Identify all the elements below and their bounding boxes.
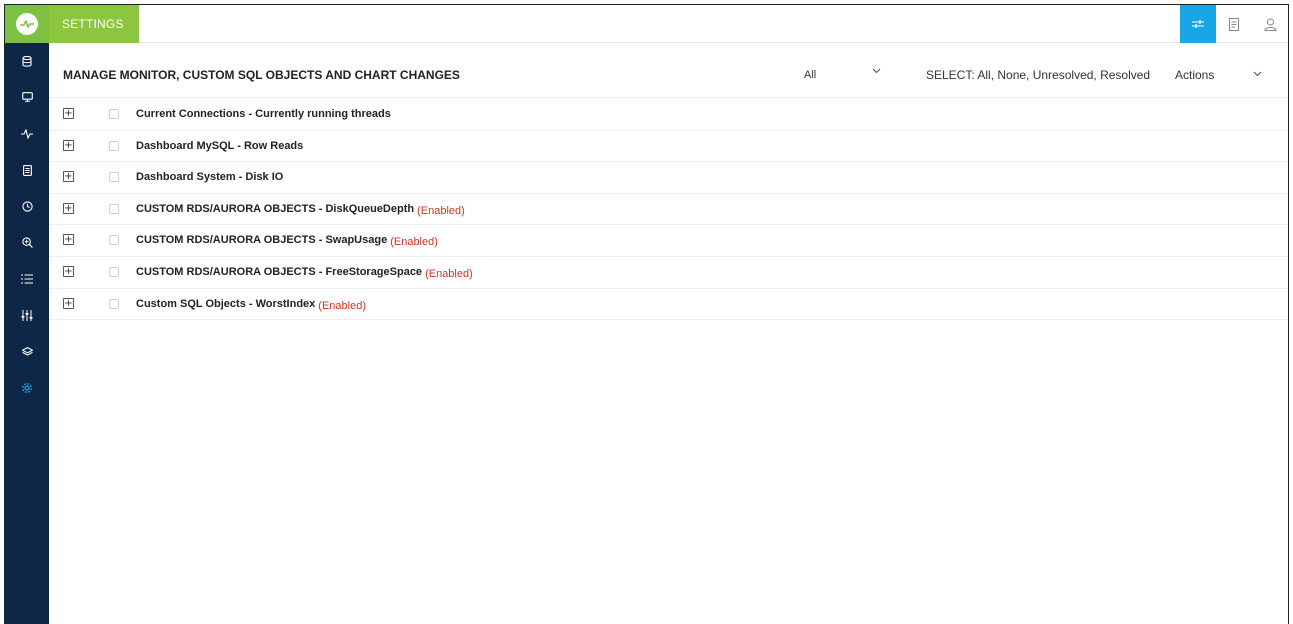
row-checkbox[interactable] [109, 203, 119, 214]
row-title: Dashboard MySQL - Row Reads [136, 139, 304, 152]
row-label: Dashboard System - Disk IO [136, 171, 286, 183]
row-label: CUSTOM RDS/AURORA OBJECTS - DiskQueueDep… [136, 202, 465, 217]
sidebar-item-zoom[interactable] [5, 224, 49, 260]
list-item: + CUSTOM RDS/AURORA OBJECTS - DiskQueueD… [49, 194, 1288, 226]
user-button[interactable] [1252, 5, 1288, 43]
pulse-icon [21, 128, 33, 139]
report-icon [22, 164, 32, 176]
list-item: + Dashboard System - Disk IO [49, 162, 1288, 194]
list-icon [21, 274, 33, 284]
database-icon [22, 55, 32, 67]
list-item: + CUSTOM RDS/AURORA OBJECTS - SwapUsage(… [49, 225, 1288, 257]
row-label: Current Connections - Currently running … [136, 108, 394, 120]
sidebar-item-report[interactable] [5, 152, 49, 188]
expand-icon[interactable]: + [63, 171, 74, 183]
logo[interactable] [5, 5, 49, 43]
expand-icon[interactable]: + [63, 139, 74, 151]
user-icon [1263, 18, 1277, 31]
sidebar-item-monitor[interactable] [5, 79, 49, 115]
row-checkbox[interactable] [109, 109, 119, 119]
row-title: Current Connections - Currently running … [136, 108, 391, 120]
pulse-logo-icon [16, 13, 38, 35]
row-title: CUSTOM RDS/AURORA OBJECTS - DiskQueueDep… [136, 202, 415, 215]
objects-list: + Current Connections - Currently runnin… [49, 99, 1288, 321]
row-label: Custom SQL Objects - WorstIndex (Enabled) [136, 297, 366, 312]
expand-icon[interactable]: + [63, 265, 74, 277]
expand-icon[interactable]: + [63, 297, 74, 309]
document-icon [1229, 17, 1239, 31]
chevron-down-icon [1253, 71, 1262, 77]
zoom-icon [21, 237, 33, 248]
tab-settings[interactable]: SETTINGS [49, 5, 139, 43]
layers-icon [21, 346, 33, 356]
app-window: SETTINGS MANAGE MONITOR, CUSTOM SQL OBJE… [4, 4, 1289, 624]
sidebar-item-clock[interactable] [5, 188, 49, 224]
toolbar: MANAGE MONITOR, CUSTOM SQL OBJECTS AND C… [49, 43, 1288, 98]
row-label: Dashboard MySQL - Row Reads [136, 140, 306, 152]
row-title: Custom SQL Objects - WorstIndex [136, 297, 316, 310]
status-badge: (Enabled) [417, 204, 465, 217]
list-item: + CUSTOM RDS/AURORA OBJECTS - FreeStorag… [49, 257, 1288, 289]
tab-settings-label: SETTINGS [62, 17, 124, 31]
page-title: MANAGE MONITOR, CUSTOM SQL OBJECTS AND C… [63, 68, 460, 82]
filter-select-value: All [804, 69, 817, 81]
row-title: CUSTOM RDS/AURORA OBJECTS - FreeStorageS… [136, 265, 423, 278]
list-item: + Custom SQL Objects - WorstIndex (Enable… [49, 289, 1288, 321]
list-item: + Current Connections - Currently runnin… [49, 99, 1288, 131]
sidebar [5, 43, 49, 624]
row-checkbox[interactable] [109, 266, 119, 277]
actions-select[interactable]: Actions [1175, 65, 1275, 85]
document-button[interactable] [1216, 5, 1252, 43]
expand-icon[interactable]: + [63, 234, 74, 246]
sliders-button[interactable] [1180, 5, 1216, 43]
row-label: CUSTOM RDS/AURORA OBJECTS - SwapUsage (En… [136, 234, 438, 249]
sidebar-item-sliders[interactable] [5, 297, 49, 333]
sidebar-item-layers[interactable] [5, 333, 49, 369]
sliders-icon [21, 309, 33, 321]
status-badge: (Enabled) [318, 299, 366, 312]
top-bar: SETTINGS [5, 5, 1288, 43]
status-badge: (Enabled) [390, 236, 438, 249]
list-item: + Dashboard MySQL - Row Reads [49, 131, 1288, 163]
main-content: MANAGE MONITOR, CUSTOM SQL OBJECTS AND C… [49, 43, 1288, 624]
sidebar-item-settings[interactable] [5, 370, 49, 406]
chevron-down-icon [872, 68, 881, 74]
expand-icon[interactable]: + [63, 108, 74, 119]
row-label: CUSTOM RDS/AURORA OBJECTS - FreeStorageS… [136, 265, 473, 280]
top-right-toolbar [1180, 5, 1288, 43]
row-checkbox[interactable] [109, 235, 119, 246]
sidebar-item-list[interactable] [5, 261, 49, 297]
monitor-icon [21, 92, 33, 103]
sliders-icon [1192, 20, 1204, 28]
gear-icon [22, 382, 32, 393]
expand-icon[interactable]: + [63, 202, 74, 214]
row-checkbox[interactable] [109, 298, 119, 309]
clock-icon [21, 201, 33, 212]
sidebar-item-database[interactable] [5, 43, 49, 79]
sidebar-item-pulse[interactable] [5, 116, 49, 152]
row-title: CUSTOM RDS/AURORA OBJECTS - SwapUsage [136, 234, 388, 247]
row-checkbox[interactable] [109, 172, 119, 183]
row-title: Dashboard System - Disk IO [136, 171, 284, 184]
select-links[interactable]: SELECT: All, None, Unresolved, Resolved [926, 68, 1150, 82]
status-badge: (Enabled) [425, 267, 473, 280]
actions-select-label: Actions [1175, 68, 1215, 82]
row-checkbox[interactable] [109, 140, 119, 151]
filter-select[interactable]: All [804, 65, 894, 85]
